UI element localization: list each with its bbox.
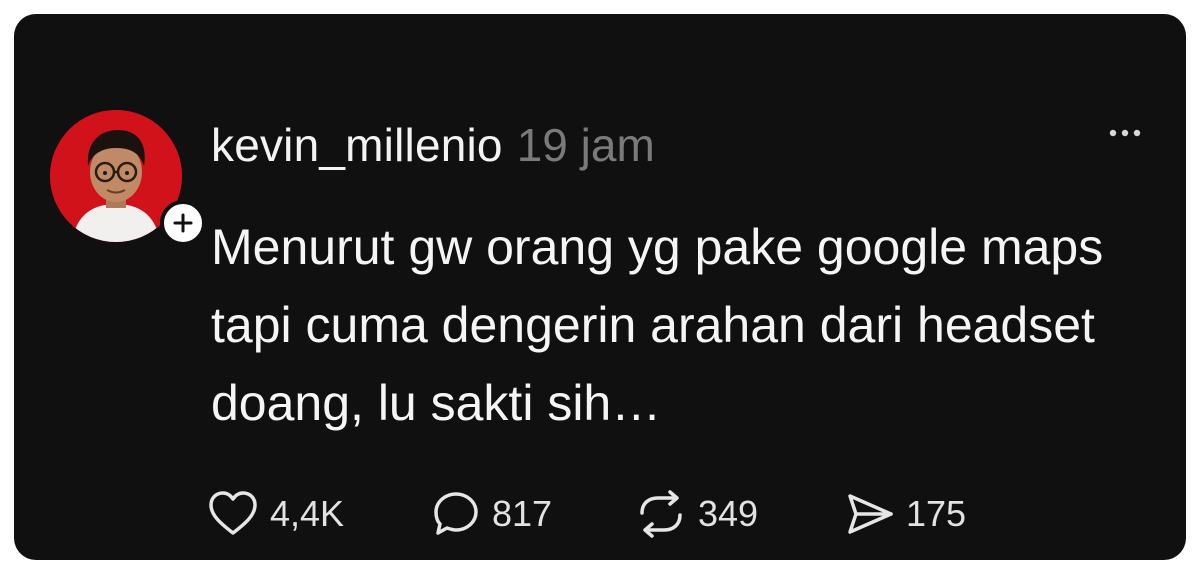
- send-icon: [848, 494, 893, 534]
- like-count: 4,4K: [270, 493, 345, 534]
- repost-count: 349: [698, 493, 759, 534]
- more-horizontal-icon: [1109, 129, 1141, 137]
- repost-icon: [640, 490, 682, 538]
- follow-button[interactable]: [160, 200, 206, 246]
- heart-icon: [209, 491, 257, 535]
- more-options-button[interactable]: [1102, 118, 1148, 148]
- post-actions-bar: 4,4K 817 349 175: [206, 488, 984, 540]
- avatar-container: [50, 110, 206, 246]
- plus-icon: [173, 213, 193, 233]
- post-header: kevin_millenio 19 jam: [211, 118, 655, 180]
- share-button[interactable]: 175: [844, 491, 984, 537]
- username-link[interactable]: kevin_millenio: [211, 118, 503, 172]
- share-count: 175: [906, 493, 967, 534]
- like-button[interactable]: 4,4K: [206, 490, 430, 538]
- comment-icon: [434, 492, 478, 535]
- post-body-text: Menurut gw orang yg pake google maps tap…: [211, 219, 1104, 431]
- reply-count: 817: [492, 493, 553, 534]
- post-timestamp: 19 jam: [516, 119, 655, 171]
- repost-button[interactable]: 349: [634, 489, 844, 539]
- reply-button[interactable]: 817: [430, 489, 634, 539]
- post-card: kevin_millenio 19 jam Menurut gw orang y…: [14, 14, 1186, 560]
